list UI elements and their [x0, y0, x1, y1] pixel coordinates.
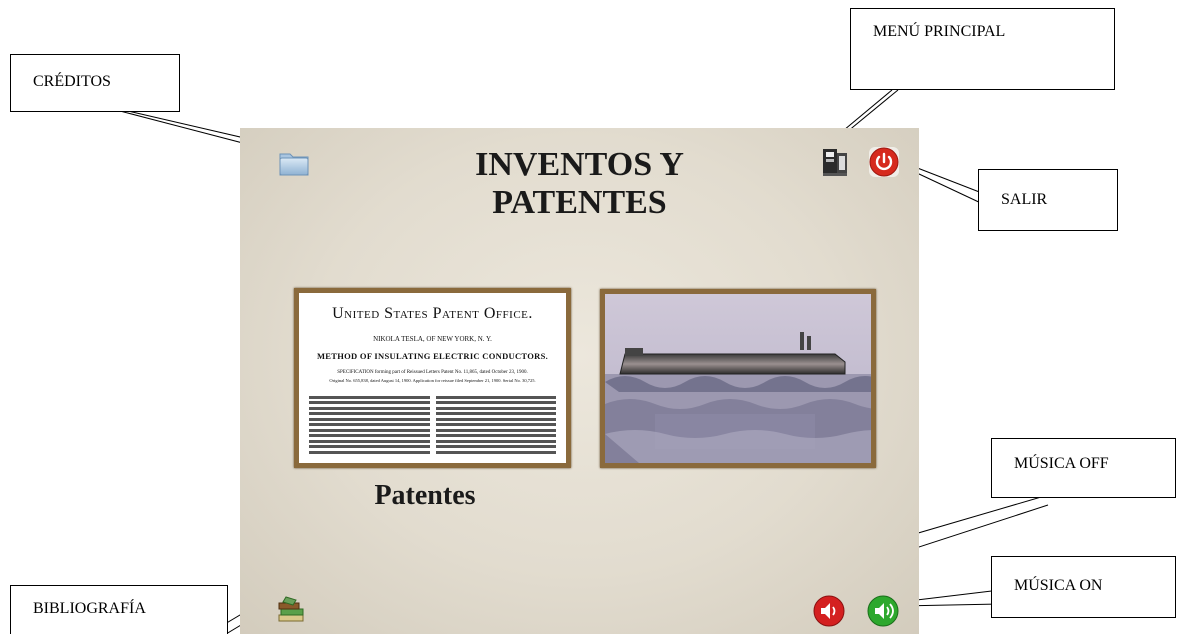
main-panel: INVENTOS Y PATENTES United States Patent… — [240, 128, 919, 634]
callout-musica-off: MÚSICA OFF — [991, 438, 1176, 498]
callout-creditos: CRÉDITOS — [10, 54, 180, 112]
menu-icon[interactable] — [819, 145, 853, 179]
callout-musica-off-label: MÚSICA OFF — [1014, 455, 1109, 472]
callout-menu-principal-label: MENÚ PRINCIPAL — [873, 23, 1006, 40]
speaker-off-icon[interactable] — [812, 594, 846, 628]
patent-heading: METHOD OF INSULATING ELECTRIC CONDUCTORS… — [316, 351, 549, 361]
patent-author: NIKOLA TESLA, OF NEW YORK, N. Y. — [373, 335, 492, 343]
patentes-caption[interactable]: Patentes — [320, 480, 530, 512]
boat-illustration — [605, 294, 871, 463]
page-title: INVENTOS Y PATENTES — [240, 146, 919, 222]
callout-salir-label: SALIR — [1001, 191, 1048, 208]
patent-original-line: Original No. 655,838, dated August 14, 1… — [329, 378, 536, 383]
title-line2: PATENTES — [492, 184, 667, 221]
callout-creditos-label: CRÉDITOS — [33, 73, 111, 90]
callout-musica-on: MÚSICA ON — [991, 556, 1176, 618]
books-icon[interactable] — [274, 593, 308, 627]
power-icon[interactable] — [867, 145, 901, 179]
callout-salir: SALIR — [978, 169, 1118, 231]
patent-document-image: United States Patent Office. NIKOLA TESL… — [299, 293, 566, 462]
title-line1: INVENTOS Y — [475, 146, 684, 183]
invention-image-thumbnail[interactable] — [600, 289, 876, 468]
callout-bibliografia: BIBLIOGRAFÍA — [10, 585, 228, 634]
callout-menu-principal: MENÚ PRINCIPAL — [850, 8, 1115, 90]
patent-body-text — [309, 393, 556, 456]
callout-musica-on-label: MÚSICA ON — [1014, 577, 1103, 594]
folder-icon[interactable] — [277, 145, 311, 179]
patent-office-heading: United States Patent Office. — [332, 305, 533, 322]
speaker-on-icon[interactable] — [866, 594, 900, 628]
patent-spec-line: SPECIFICATION forming part of Reissued L… — [337, 370, 528, 375]
callout-bibliografia-label: BIBLIOGRAFÍA — [33, 600, 146, 617]
patentes-thumbnail[interactable]: United States Patent Office. NIKOLA TESL… — [294, 288, 571, 468]
